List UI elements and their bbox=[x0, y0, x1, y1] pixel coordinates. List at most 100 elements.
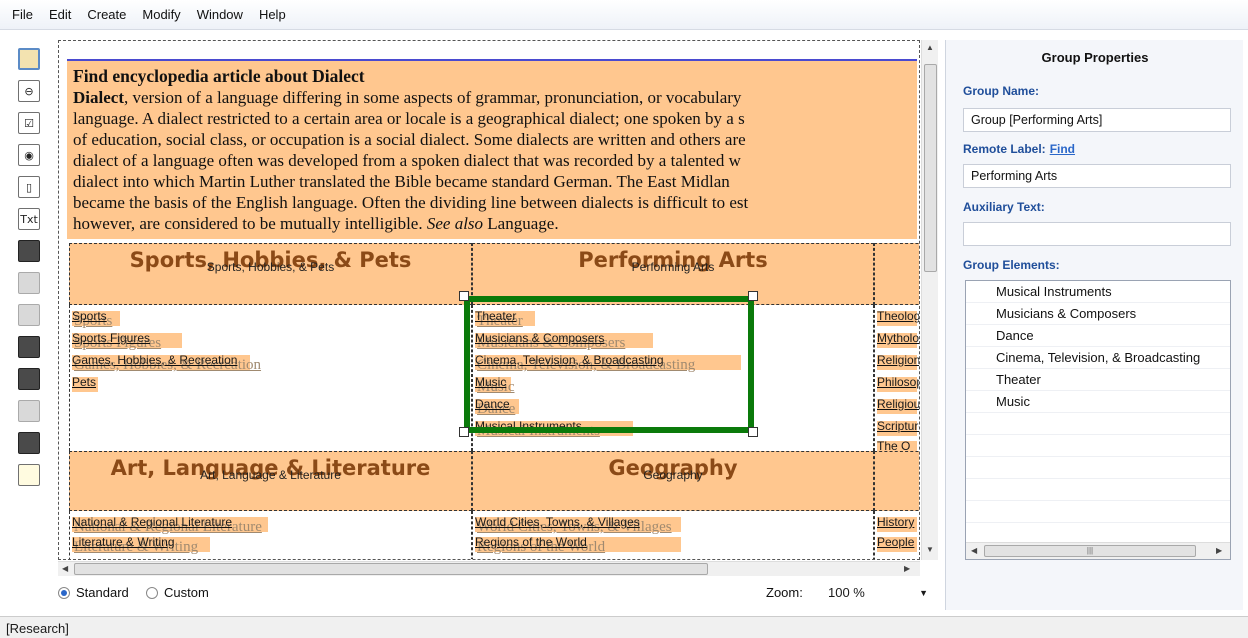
article-line: of education, social class, or occupatio… bbox=[73, 130, 746, 149]
group-header-religion[interactable] bbox=[874, 243, 919, 305]
text-tool-icon[interactable]: Txt bbox=[18, 208, 40, 230]
group-link[interactable]: Theology bbox=[877, 309, 919, 327]
group-header-sports[interactable]: Sports, Hobbies, & Pets Sports, Hobbies,… bbox=[69, 243, 472, 305]
empty-row bbox=[966, 457, 1230, 479]
list-item[interactable]: Musicians & Composers bbox=[966, 303, 1230, 325]
group-link[interactable]: National & Regional Literature National &… bbox=[72, 515, 268, 535]
article-line: dialect of a language often was develope… bbox=[73, 151, 741, 170]
group-header-geography[interactable]: Geography Geography bbox=[472, 451, 874, 511]
frame-tool-icon[interactable]: ▯ bbox=[18, 176, 40, 198]
scroll-down-icon[interactable]: ▼ bbox=[926, 545, 934, 554]
group-body-geography: World Cities, Towns, & Villages World Cit… bbox=[472, 511, 874, 559]
scroll-right-icon[interactable]: ▶ bbox=[1216, 546, 1222, 555]
group-header-history[interactable] bbox=[874, 451, 919, 511]
selection-box[interactable] bbox=[464, 296, 754, 433]
group-header-art-language-literature[interactable]: Art, Language & Literature Art, Language… bbox=[69, 451, 472, 511]
group-link[interactable]: Religion bbox=[877, 353, 919, 371]
group-link[interactable]: Philosophy bbox=[877, 375, 919, 393]
custom-radio[interactable] bbox=[146, 587, 158, 599]
empty-row bbox=[966, 479, 1230, 501]
find-link[interactable]: Find bbox=[1050, 142, 1075, 156]
group-link[interactable]: Pets bbox=[72, 375, 98, 393]
menu-create[interactable]: Create bbox=[79, 7, 134, 22]
vertical-scrollbar[interactable]: ▲ ▼ bbox=[921, 40, 938, 560]
article-line: however, are considered to be mutually i… bbox=[73, 214, 559, 233]
group-remote-label: Performing Arts bbox=[631, 260, 715, 274]
empty-row bbox=[966, 501, 1230, 523]
resize-handle[interactable] bbox=[748, 291, 758, 301]
list-item[interactable]: Dance bbox=[966, 325, 1230, 347]
list-item[interactable]: Music bbox=[966, 391, 1230, 413]
menu-window[interactable]: Window bbox=[189, 7, 251, 22]
group-link[interactable]: Games, Hobbies, & Recreation Games, Hobbi… bbox=[72, 353, 261, 373]
article-preview[interactable]: Find encyclopedia article about Dialect … bbox=[67, 59, 917, 239]
group-link[interactable]: History bbox=[877, 515, 917, 533]
copy-tool-icon[interactable] bbox=[18, 336, 40, 358]
disabled-tool-icon bbox=[18, 272, 40, 294]
disabled-tool-2-icon bbox=[18, 304, 40, 326]
menu-file[interactable]: File bbox=[4, 7, 41, 22]
list-scroll-thumb[interactable]: ||| bbox=[984, 545, 1196, 557]
menu-help[interactable]: Help bbox=[251, 7, 294, 22]
article-line: Dialect, version of a language differing… bbox=[73, 88, 742, 107]
group-link[interactable]: Sports Figures Sports Figures bbox=[72, 331, 182, 351]
design-canvas[interactable]: Find encyclopedia article about Dialect … bbox=[58, 40, 920, 560]
view-options-bar: Standard Custom Zoom: 100 % ▼ bbox=[0, 580, 940, 610]
group-link[interactable]: People bbox=[877, 535, 917, 553]
menu-edit[interactable]: Edit bbox=[41, 7, 79, 22]
scroll-up-icon[interactable]: ▲ bbox=[926, 43, 934, 52]
chevron-down-icon: ▼ bbox=[919, 588, 928, 598]
vertical-scroll-thumb[interactable] bbox=[924, 64, 937, 272]
checkbox-tool-icon[interactable]: ☑ bbox=[18, 112, 40, 134]
list-tool-icon[interactable] bbox=[18, 368, 40, 390]
standard-radio[interactable] bbox=[58, 587, 70, 599]
document-tool-icon[interactable] bbox=[18, 240, 40, 262]
group-link[interactable]: The O bbox=[877, 439, 917, 451]
scroll-right-icon[interactable]: ▶ bbox=[904, 564, 910, 573]
article-title: Find encyclopedia article about Dialect bbox=[73, 66, 365, 86]
article-line: dialect into which Martin Luther transla… bbox=[73, 172, 730, 191]
remote-label: Remote Label: bbox=[963, 142, 1046, 156]
group-name-label: Group Name: bbox=[963, 84, 1040, 98]
remote-label-row: Remote Label: Find bbox=[963, 142, 1075, 156]
menu-bar: File Edit Create Modify Window Help bbox=[0, 0, 1248, 30]
disabled-tool-3-icon bbox=[18, 400, 40, 422]
remote-label-field[interactable]: Performing Arts bbox=[963, 164, 1231, 188]
zoom-select[interactable]: 100 % ▼ bbox=[822, 582, 934, 606]
group-link[interactable]: World Cities, Towns, & Villages World Cit… bbox=[475, 515, 681, 535]
article-line: became the basis of the English language… bbox=[73, 193, 749, 212]
list-item[interactable]: Cinema, Television, & Broadcasting bbox=[966, 347, 1230, 369]
menu-modify[interactable]: Modify bbox=[134, 7, 188, 22]
group-elements-label: Group Elements: bbox=[963, 258, 1060, 272]
list-horizontal-scrollbar[interactable]: ◀ ||| ▶ bbox=[966, 542, 1230, 559]
custom-label: Custom bbox=[164, 585, 209, 600]
status-bar: [Research] bbox=[0, 616, 1248, 638]
group-elements-list[interactable]: Musical Instruments Musicians & Composer… bbox=[965, 280, 1231, 560]
resize-handle[interactable] bbox=[459, 427, 469, 437]
zoom-label: Zoom: bbox=[766, 585, 803, 600]
auxiliary-text-field[interactable] bbox=[963, 222, 1231, 246]
radio-tool-icon[interactable]: ◉ bbox=[18, 144, 40, 166]
group-link[interactable]: Religious bbox=[877, 397, 919, 415]
list-item[interactable]: Musical Instruments bbox=[966, 281, 1230, 303]
empty-row bbox=[966, 435, 1230, 457]
horizontal-scrollbar[interactable]: ◀ ▶ bbox=[58, 561, 920, 576]
scroll-left-icon[interactable]: ◀ bbox=[971, 546, 977, 555]
group-link[interactable]: Regions of the World Regions of the World bbox=[475, 535, 681, 555]
group-link[interactable]: Sports Sports bbox=[72, 309, 120, 329]
group-remote-label: Art, Language & Literature bbox=[200, 468, 341, 482]
group-link[interactable]: Literature & Writing Literature & Writing bbox=[72, 535, 210, 555]
rectangle-tool-icon[interactable] bbox=[18, 48, 40, 70]
link-tool-icon[interactable]: ⊖ bbox=[18, 80, 40, 102]
resize-handle[interactable] bbox=[459, 291, 469, 301]
horizontal-scroll-thumb[interactable] bbox=[74, 563, 708, 575]
empty-row bbox=[966, 413, 1230, 435]
table-tool-icon[interactable] bbox=[18, 432, 40, 454]
group-link[interactable]: Scriptures bbox=[877, 419, 919, 437]
group-name-field[interactable]: Group [Performing Arts] bbox=[963, 108, 1231, 132]
resize-handle[interactable] bbox=[748, 427, 758, 437]
group-link[interactable]: Mythology bbox=[877, 331, 919, 349]
note-tool-icon[interactable] bbox=[18, 464, 40, 486]
scroll-left-icon[interactable]: ◀ bbox=[62, 564, 68, 573]
list-item[interactable]: Theater bbox=[966, 369, 1230, 391]
